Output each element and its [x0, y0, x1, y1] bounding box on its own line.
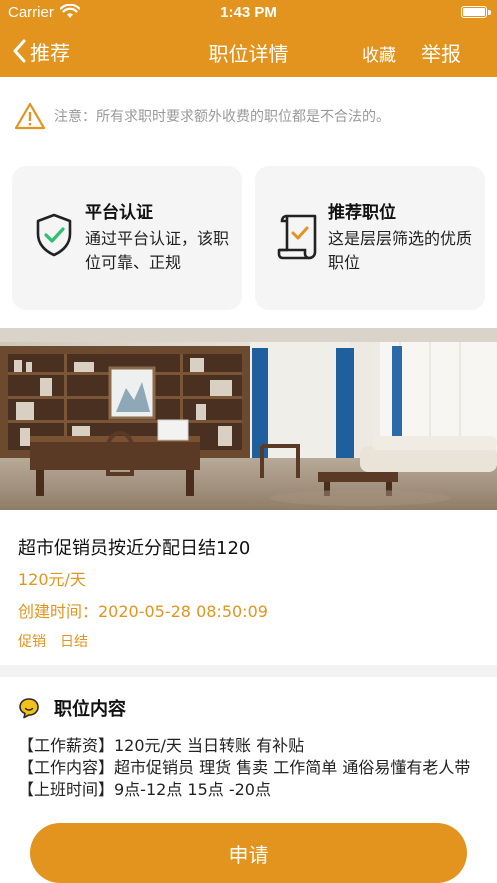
description-line: 【上班时间】9点-12点 15点 -20点	[18, 780, 271, 799]
speech-bubble-icon	[19, 698, 39, 719]
description-line: 【工作内容】超市促销员 理货 售卖 工作简单 通俗易懂有老人带	[18, 758, 471, 777]
job-cover-photo	[0, 328, 497, 510]
description-line: 【工作薪资】120元/天 当日转账 有补贴	[18, 736, 305, 755]
section-divider	[0, 665, 497, 677]
section-title: 职位内容	[54, 699, 126, 720]
job-info: 超市促销员按近分配日结120 120元/天 创建时间：2020-05-28 08…	[0, 510, 497, 665]
job-description: 【工作薪资】120元/天 当日转账 有补贴 【工作内容】超市促销员 理货 售卖 …	[18, 735, 483, 801]
job-tags: 促销 日结	[18, 631, 88, 651]
top-bar: Carrier 1:43 PM 推荐 职位详情 收藏 举报	[0, 0, 497, 77]
battery-tip	[488, 10, 491, 15]
navigation-bar: 推荐 职位详情 收藏 举报	[0, 26, 497, 77]
clock: 1:43 PM	[220, 4, 277, 21]
shield-check-icon	[36, 213, 72, 257]
card-description: 通过平台认证，该职位可靠、正规	[85, 229, 230, 272]
scroll-check-icon	[277, 214, 317, 260]
assurance-cards: 平台认证 通过平台认证，该职位可靠、正规 推荐职位 这是层层筛选的优质职位	[12, 166, 485, 310]
apply-button[interactable]: 申请	[30, 823, 467, 883]
chevron-left-icon	[13, 39, 26, 63]
back-label: 推荐	[30, 40, 70, 65]
tag: 日结	[60, 634, 88, 650]
card-description: 这是层层筛选的优质职位	[328, 229, 473, 272]
job-salary: 120元/天	[18, 570, 86, 589]
platform-certified-card: 平台认证 通过平台认证，该职位可靠、正规	[12, 166, 242, 310]
recommended-job-card: 推荐职位 这是层层筛选的优质职位	[255, 166, 485, 310]
warning-icon	[14, 102, 46, 130]
job-title: 超市促销员按近分配日结120	[18, 538, 251, 559]
card-title: 推荐职位	[328, 203, 396, 223]
job-content-section: 职位内容 【工作薪资】120元/天 当日转账 有补贴 【工作内容】超市促销员 理…	[0, 677, 497, 807]
back-button[interactable]: 推荐	[12, 36, 70, 66]
status-bar: Carrier 1:43 PM	[0, 0, 497, 26]
tag: 促销	[18, 634, 46, 650]
section-header: 职位内容	[18, 695, 126, 721]
report-button[interactable]: 举报	[421, 38, 461, 67]
card-title: 平台认证	[85, 203, 153, 223]
created-time: 创建时间：2020-05-28 08:50:09	[18, 602, 268, 621]
battery-icon	[461, 6, 487, 18]
warning-notice: 注意：所有求职时要求额外收费的职位都是不合法的。	[14, 101, 390, 131]
notice-text: 注意：所有求职时要求额外收费的职位都是不合法的。	[54, 109, 390, 125]
favorite-button[interactable]: 收藏	[362, 41, 396, 66]
